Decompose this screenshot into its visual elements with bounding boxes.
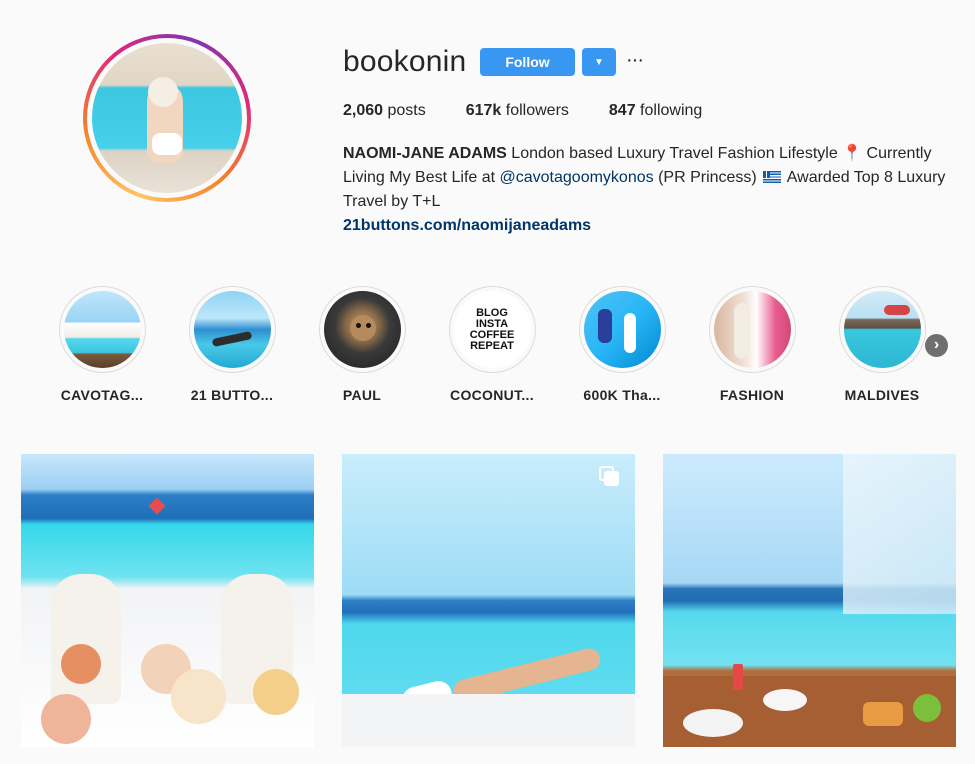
- posts-stat: 2,060 posts: [343, 102, 426, 119]
- highlight-cover: [193, 291, 271, 368]
- highlight-item[interactable]: FASHION: [692, 286, 812, 403]
- highlight-cover: [63, 291, 141, 368]
- website-link[interactable]: 21buttons.com/naomijaneadams: [343, 214, 958, 238]
- highlight-item[interactable]: PAUL: [302, 286, 422, 403]
- following-stat[interactable]: 847 following: [609, 102, 702, 120]
- suggested-accounts-button[interactable]: ▼: [582, 48, 616, 76]
- post-thumbnail[interactable]: [342, 454, 635, 747]
- more-options-button[interactable]: ···: [626, 50, 644, 70]
- multiple-photos-icon: [599, 466, 621, 488]
- profile-avatar[interactable]: [83, 34, 251, 202]
- highlight-item[interactable]: 21 BUTTO...: [172, 286, 292, 403]
- profile-stats: 2,060 posts 617k followers 847 following: [343, 102, 742, 120]
- highlights-next-button[interactable]: ›: [925, 334, 948, 357]
- highlight-item[interactable]: CAVOTAG...: [42, 286, 162, 403]
- highlight-cover: [713, 291, 791, 368]
- followers-stat[interactable]: 617k followers: [466, 102, 569, 120]
- profile-bio: NAOMI-JANE ADAMS London based Luxury Tra…: [343, 142, 958, 238]
- highlight-item[interactable]: 600K Tha...: [562, 286, 682, 403]
- highlight-cover: [323, 291, 401, 368]
- mention-link[interactable]: @cavotagoomykonos: [500, 169, 654, 186]
- profile-full-name: NAOMI-JANE ADAMS: [343, 145, 507, 162]
- post-thumbnail[interactable]: [663, 454, 956, 747]
- profile-username: bookonin: [343, 45, 467, 78]
- follow-button[interactable]: Follow: [480, 48, 575, 76]
- greek-flag-icon: [763, 171, 782, 183]
- highlight-cover: [583, 291, 661, 368]
- post-thumbnail[interactable]: [21, 454, 314, 747]
- highlight-item[interactable]: MALDIVES: [822, 286, 942, 403]
- avatar-image: [92, 43, 242, 193]
- story-highlights: CAVOTAG... 21 BUTTO... PAUL BLOG INSTA C…: [0, 286, 975, 406]
- avatar-border: [87, 38, 247, 198]
- highlight-cover: BLOG INSTA COFFEE REPEAT: [453, 291, 531, 368]
- highlight-cover: [843, 291, 921, 368]
- pin-icon: 📍: [842, 145, 863, 162]
- caret-down-icon: ▼: [594, 56, 604, 68]
- highlight-item[interactable]: BLOG INSTA COFFEE REPEAT COCONUT...: [432, 286, 552, 403]
